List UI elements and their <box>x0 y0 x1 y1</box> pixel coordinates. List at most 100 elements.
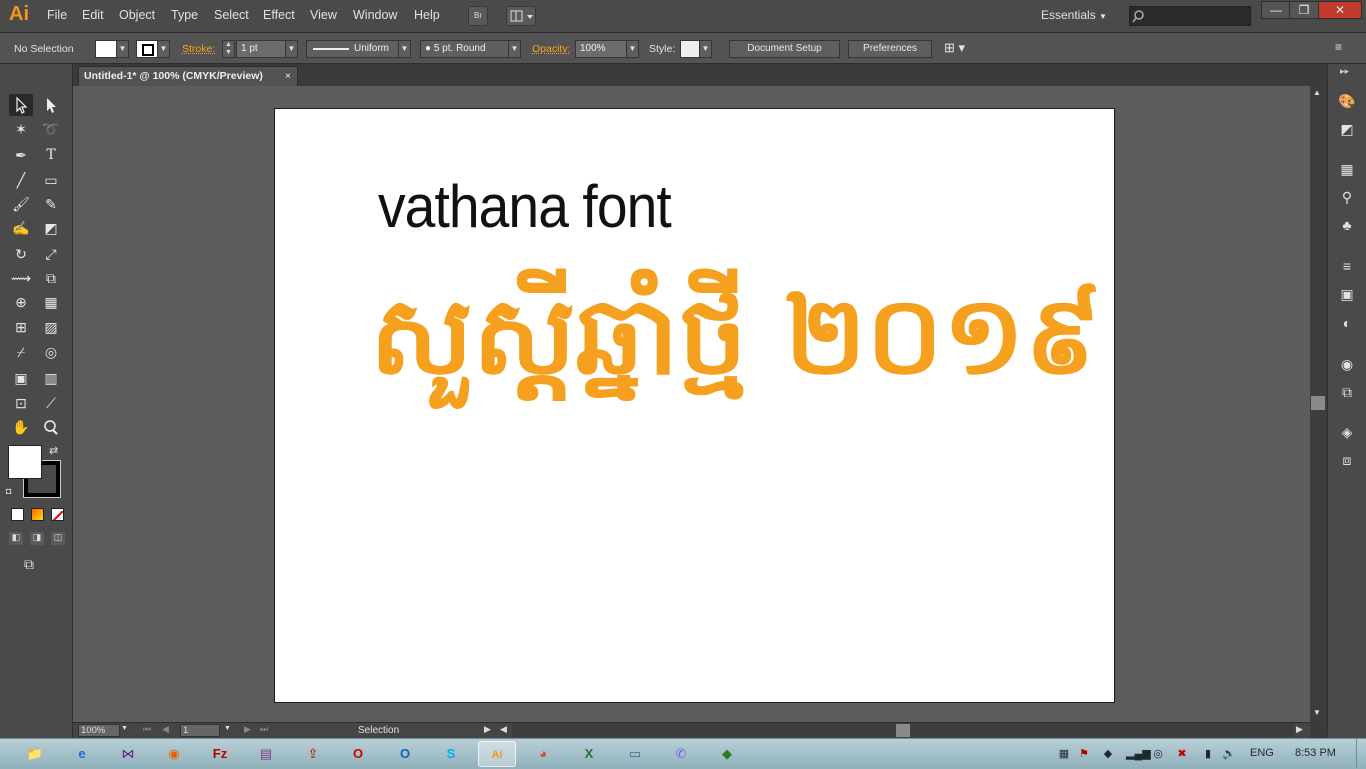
first-artboard-icon[interactable]: ⏮ <box>143 724 151 735</box>
artboard-number-field[interactable]: 1 <box>180 724 220 737</box>
menu-type[interactable]: Type <box>171 8 198 22</box>
horizontal-scroll-thumb[interactable] <box>896 724 910 737</box>
scroll-right-icon[interactable]: ▶ <box>1296 724 1303 735</box>
zoom-tool-icon[interactable] <box>39 416 63 438</box>
gradient-panel-icon[interactable]: ▣ <box>1337 284 1357 304</box>
skype-taskbar-icon[interactable]: S <box>432 741 470 767</box>
none-mode-button[interactable] <box>51 508 64 521</box>
collapse-panels-icon[interactable]: ▸▸ <box>1340 66 1349 77</box>
gradient-tool-icon[interactable]: ▨ <box>39 316 63 338</box>
rotate-tool-icon[interactable]: ↻ <box>9 243 33 265</box>
selection-tool-icon[interactable] <box>9 94 33 116</box>
uploader-taskbar-icon[interactable]: ⇪ <box>294 741 332 767</box>
restore-button[interactable]: ❐ <box>1289 1 1319 19</box>
screen-mode-icon[interactable]: ⧉ <box>24 556 34 573</box>
appearance-panel-icon[interactable]: ◉ <box>1337 354 1357 374</box>
mesh-tool-icon[interactable]: ⊞ <box>9 316 33 338</box>
language-indicator[interactable]: ENG <box>1250 747 1274 759</box>
free-transform-tool-icon[interactable]: ⧉ <box>39 267 63 289</box>
scroll-up-icon[interactable]: ▲ <box>1313 88 1321 97</box>
graphic-style-swatch[interactable] <box>680 40 700 58</box>
firefox-taskbar-icon[interactable]: ◉ <box>155 741 193 767</box>
opacity-label[interactable]: Opacity: <box>532 43 571 55</box>
volume-icon[interactable]: 🔈 <box>1221 746 1237 762</box>
align-options-icon[interactable]: ⊞ ▾ <box>944 40 965 56</box>
color-panel-icon[interactable]: 🎨 <box>1337 91 1357 111</box>
transparency-panel-icon[interactable]: ◐ <box>1337 313 1357 333</box>
visual-studio-taskbar-icon[interactable]: ⋈ <box>109 741 147 767</box>
filezilla-taskbar-icon[interactable]: Fz <box>201 741 239 767</box>
variable-width-profile[interactable]: Uniform <box>306 40 399 58</box>
menu-window[interactable]: Window <box>353 8 397 22</box>
swap-fill-stroke-icon[interactable]: ⇄ <box>49 444 58 457</box>
magic-wand-tool-icon[interactable]: ✶ <box>9 118 33 140</box>
blob-brush-tool-icon[interactable]: ✍ <box>9 217 33 239</box>
tray-network-app-icon[interactable]: ◆ <box>1100 746 1116 762</box>
menu-effect[interactable]: Effect <box>263 8 295 22</box>
menu-object[interactable]: Object <box>119 8 155 22</box>
tray-app-icon[interactable]: ▦ <box>1056 746 1072 762</box>
draw-behind-icon[interactable]: ◨ <box>30 532 44 545</box>
stroke-swatch[interactable] <box>136 40 158 58</box>
bridge-button[interactable]: Br <box>468 6 488 26</box>
artboard-text-khmer[interactable]: សួស្តីឆ្នាំថ្មី ២០១៩ <box>370 268 1101 426</box>
scroll-left-icon[interactable]: ◀ <box>500 724 507 735</box>
lasso-tool-icon[interactable]: ➰ <box>39 118 63 140</box>
gradient-mode-button[interactable] <box>31 508 44 521</box>
document-setup-button[interactable]: Document Setup <box>729 40 840 58</box>
brush-dropdown[interactable]: ▼ <box>508 40 521 58</box>
next-artboard-icon[interactable]: ▶ <box>244 724 251 735</box>
eyedropper-tool-icon[interactable]: ⌿ <box>9 341 33 363</box>
symbols-panel-icon[interactable]: ♣ <box>1337 215 1357 235</box>
style-dropdown[interactable]: ▼ <box>699 40 712 58</box>
spreadsheet-taskbar-icon[interactable]: X <box>570 741 608 767</box>
pencil-tool-icon[interactable]: ✎ <box>39 193 63 215</box>
status-menu-icon[interactable]: ▶ <box>484 724 491 735</box>
opera-taskbar-icon[interactable]: O <box>339 741 377 767</box>
preferences-button[interactable]: Preferences <box>848 40 932 58</box>
color-guide-icon[interactable]: ◩ <box>1337 119 1357 139</box>
rectangle-tool-icon[interactable]: ▭ <box>39 169 63 191</box>
stroke-label[interactable]: Stroke: <box>182 43 215 55</box>
arrange-documents-button[interactable] <box>506 6 536 26</box>
chrome-taskbar-icon[interactable]: ◕ <box>524 741 562 767</box>
opacity-dropdown[interactable]: ▼ <box>626 40 639 58</box>
column-graph-tool-icon[interactable]: ▥ <box>39 367 63 389</box>
security-tray-icon[interactable]: ✖ <box>1174 746 1190 762</box>
shape-builder-tool-icon[interactable]: ⊕ <box>9 291 33 313</box>
layers-panel-icon[interactable]: ◈ <box>1337 422 1357 442</box>
artboard-tool-icon[interactable]: ⊡ <box>9 392 33 414</box>
profile-dropdown[interactable]: ▼ <box>398 40 411 58</box>
minimize-button[interactable]: — <box>1261 1 1291 19</box>
slice-tool-icon[interactable]: ⟋ <box>39 392 63 414</box>
swatches-panel-icon[interactable]: ▦ <box>1337 159 1357 179</box>
explorer-taskbar-icon[interactable]: 📁 <box>16 741 54 767</box>
fill-swatch[interactable] <box>95 40 117 58</box>
default-fill-stroke-icon[interactable]: ◘ <box>6 486 11 496</box>
scale-tool-icon[interactable]: ⤢ <box>39 243 63 265</box>
battery-icon[interactable]: ▮ <box>1200 746 1216 762</box>
current-tool-status[interactable]: Selection <box>358 725 399 736</box>
menu-edit[interactable]: Edit <box>82 8 104 22</box>
stroke-swatch-dropdown[interactable]: ▼ <box>157 40 170 58</box>
eraser-tool-icon[interactable]: ◩ <box>39 217 63 239</box>
width-tool-icon[interactable]: ⟿ <box>9 267 33 289</box>
type-tool-icon[interactable]: T <box>39 144 63 166</box>
internet-explorer-taskbar-icon[interactable]: e <box>63 741 101 767</box>
direct-selection-tool-icon[interactable] <box>39 94 63 116</box>
viber-taskbar-icon[interactable]: ✆ <box>662 741 700 767</box>
scroll-down-icon[interactable]: ▼ <box>1313 708 1321 717</box>
artboards-panel-icon[interactable]: ⧈ <box>1337 450 1357 470</box>
zoom-dropdown-icon[interactable]: ▼ <box>121 725 128 732</box>
vertical-scroll-thumb[interactable] <box>1311 396 1325 410</box>
color-mode-button[interactable] <box>11 508 24 521</box>
stroke-weight-stepper[interactable]: ▲ ▼ <box>222 40 235 58</box>
line-segment-tool-icon[interactable]: ╱ <box>9 169 33 191</box>
menu-file[interactable]: File <box>47 8 67 22</box>
acrobat-tray-icon[interactable]: ⚑ <box>1076 746 1092 762</box>
hand-tool-icon[interactable]: ✋ <box>9 416 33 438</box>
brush-definition[interactable]: ● 5 pt. Round <box>420 40 509 58</box>
browser-tray-icon[interactable]: ◎ <box>1150 746 1166 762</box>
winrar-taskbar-icon[interactable]: ▤ <box>247 741 285 767</box>
zoom-level-field[interactable]: 100% <box>78 724 120 737</box>
